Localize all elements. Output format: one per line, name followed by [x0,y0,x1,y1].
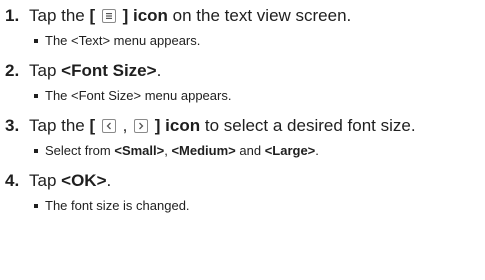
step-bold-part: [ [89,116,100,135]
step-1: 1. Tap the [ ] icon on the text view scr… [5,6,485,26]
step-text: Tap <Font Size>. [29,61,485,81]
note-text: The <Text> menu appears. [45,33,201,48]
note-part: Select from [45,143,115,158]
chevron-right-icon [134,119,149,133]
step-bold-part: ] icon [150,116,201,135]
step-text-part: Tap the [29,116,90,135]
step-text-part: . [156,61,162,80]
note-text: Select from <Small>, <Medium> and <Large… [45,143,319,159]
step-bold-part: ] icon [117,6,168,25]
step-bold-part: <Font Size> [61,61,157,80]
step-text-part: to select a desired font size. [200,116,416,135]
menu-list-icon [101,9,116,23]
step-3-note: Select from <Small>, <Medium> and <Large… [33,143,485,159]
note-text: The <Font Size> menu appears. [45,88,232,103]
note-part: . [315,143,319,158]
step-number: 1. [5,6,20,25]
step-1-note: The <Text> menu appears. [33,33,485,49]
step-3: 3. Tap the [ , ] icon to select a desire… [5,116,485,136]
step-text-part: on the text view screen. [167,6,352,25]
step-text: Tap the [ ] icon on the text view screen… [29,6,485,26]
step-2: 2. Tap <Font Size>. [5,61,485,81]
note-bold-part: <Medium> [171,143,236,158]
step-number: 4. [5,171,20,190]
step-4: 4. Tap <OK>. [5,171,485,191]
note-part: and [235,143,265,158]
note-bold-part: <Large> [264,143,316,158]
step-text: Tap the [ , ] icon to select a desired f… [29,116,485,136]
note-bold-part: <Small> [114,143,165,158]
step-number: 3. [5,116,20,135]
step-text-part: Tap [29,61,62,80]
step-text-part: Tap the [29,6,90,25]
step-text: Tap <OK>. [29,171,485,191]
step-bold-part: [ [89,6,100,25]
step-text-part: . [106,171,112,190]
instruction-list: 1. Tap the [ ] icon on the text view scr… [0,0,485,280]
step-number: 2. [5,61,20,80]
step-4-note: The font size is changed. [33,198,485,214]
step-2-note: The <Font Size> menu appears. [33,88,485,104]
note-text: The font size is changed. [45,198,190,213]
step-text-part: Tap [29,171,62,190]
chevron-left-icon [101,119,116,133]
step-text-part: , [117,116,133,135]
step-bold-part: <OK> [61,171,107,190]
